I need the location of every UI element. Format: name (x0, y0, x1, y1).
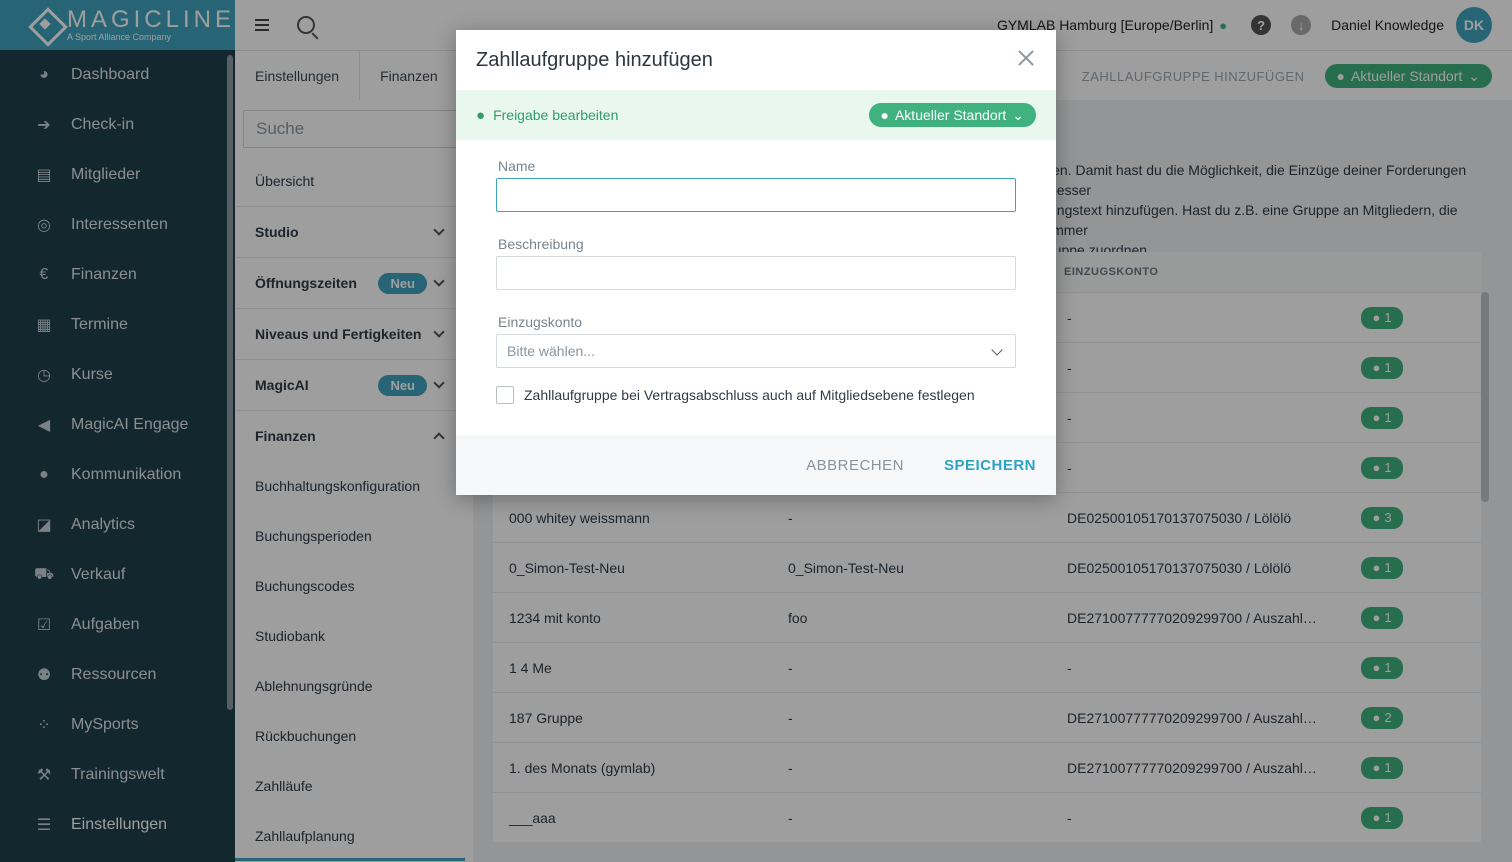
dialog-form: Name Beschreibung Einzugskonto Bitte wäh… (456, 140, 1056, 404)
name-label: Name (498, 158, 536, 174)
chevron-down-icon: ⌄ (1012, 106, 1024, 123)
member-level-checkbox[interactable] (496, 386, 514, 404)
location-scope-button[interactable]: ● Aktueller Standort ⌄ (868, 103, 1036, 127)
member-level-option: Zahllaufgruppe bei Vertragsabschluss auc… (496, 386, 1016, 404)
location-pin-icon: ● (476, 106, 486, 124)
account-select[interactable]: Bitte wählen... (496, 334, 1016, 368)
close-icon[interactable] (1016, 48, 1036, 68)
dialog-footer: ABBRECHEN SPEICHERN (456, 435, 1056, 495)
dialog-title: Zahllaufgruppe hinzufügen (476, 48, 713, 71)
location-pin-icon: ● (880, 107, 889, 123)
sharing-bar: ● Freigabe bearbeiten ● Aktueller Stando… (456, 90, 1056, 140)
save-button[interactable]: SPEICHERN (944, 457, 1036, 474)
description-label: Beschreibung (498, 236, 584, 252)
description-field[interactable] (496, 256, 1016, 290)
member-level-checkbox-label[interactable]: Zahllaufgruppe bei Vertragsabschluss auc… (524, 387, 975, 403)
name-field[interactable] (496, 178, 1016, 212)
edit-sharing-link[interactable]: Freigabe bearbeiten (493, 107, 618, 123)
add-payment-group-dialog: Zahllaufgruppe hinzufügen ● Freigabe bea… (456, 30, 1056, 495)
cancel-button[interactable]: ABBRECHEN (806, 457, 904, 474)
account-label: Einzugskonto (498, 314, 583, 330)
chevron-down-icon (991, 344, 1003, 356)
